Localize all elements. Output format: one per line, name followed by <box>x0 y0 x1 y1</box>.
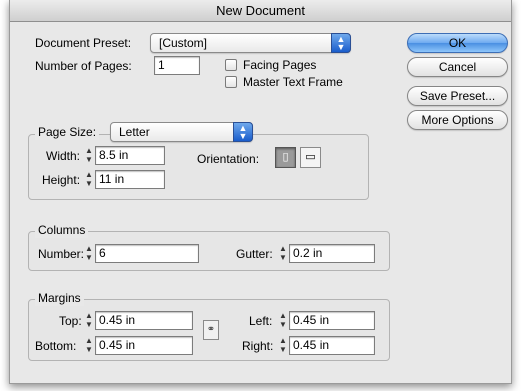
portrait-orientation-icon[interactable]: ▯ <box>275 147 296 168</box>
top-margin-stepper-icon[interactable]: ▲ ▼ <box>84 311 94 330</box>
height-label: Height: <box>42 173 81 187</box>
columns-title: Columns <box>35 222 89 238</box>
gutter-stepper-icon[interactable]: ▲ ▼ <box>278 244 288 263</box>
chain-link-icon[interactable]: ⚭ <box>203 320 219 340</box>
margins-title: Margins <box>35 290 84 306</box>
gutter-label: Gutter: <box>236 247 273 261</box>
width-stepper-icon[interactable]: ▲ ▼ <box>84 146 94 165</box>
columns-number-field[interactable]: 6 <box>95 244 199 263</box>
number-of-pages-field[interactable]: 1 <box>154 56 200 75</box>
master-text-frame-checkbox[interactable] <box>225 76 237 88</box>
orientation-label: Orientation: <box>197 152 260 166</box>
height-field[interactable]: 11 in <box>95 170 165 189</box>
save-preset-button[interactable]: Save Preset... <box>407 86 508 106</box>
right-margin-field[interactable]: 0.45 in <box>289 336 375 355</box>
page-size-value: Letter <box>119 125 150 139</box>
left-margin-field[interactable]: 0.45 in <box>289 311 375 330</box>
number-of-pages-label: Number of Pages: <box>35 59 132 73</box>
bottom-margin-stepper-icon[interactable]: ▲ ▼ <box>84 336 94 355</box>
width-label: Width: <box>46 149 81 163</box>
ok-button[interactable]: OK <box>407 33 508 53</box>
page-size-label: Page Size: <box>35 124 100 140</box>
page-size-popup[interactable]: Letter ▲ ▼ <box>110 122 253 142</box>
master-text-frame-label: Master Text Frame <box>243 75 343 89</box>
new-document-dialog: New Document Document Preset: [Custom] ▲… <box>9 0 512 384</box>
width-field[interactable]: 8.5 in <box>95 146 165 165</box>
up-down-arrows-icon: ▲ ▼ <box>233 122 253 142</box>
document-preset-label: Document Preset: <box>35 36 132 50</box>
up-down-arrows-icon: ▲ ▼ <box>331 33 351 53</box>
columns-number-stepper-icon[interactable]: ▲ ▼ <box>84 244 94 263</box>
right-margin-label: Right: <box>242 339 274 353</box>
top-margin-label: Top: <box>59 314 82 328</box>
landscape-orientation-icon[interactable]: ▭ <box>300 147 321 168</box>
gutter-field[interactable]: 0.2 in <box>289 244 375 263</box>
bottom-margin-label: Bottom: <box>35 339 77 353</box>
top-margin-field[interactable]: 0.45 in <box>95 311 193 330</box>
columns-number-label: Number: <box>38 247 85 261</box>
bottom-margin-field[interactable]: 0.45 in <box>95 336 193 355</box>
document-preset-popup[interactable]: [Custom] ▲ ▼ <box>150 33 351 53</box>
facing-pages-label: Facing Pages <box>243 58 317 72</box>
facing-pages-checkbox[interactable] <box>225 59 237 71</box>
left-margin-label: Left: <box>249 314 273 328</box>
window-title: New Document <box>10 0 511 22</box>
height-stepper-icon[interactable]: ▲ ▼ <box>84 170 94 189</box>
cancel-button[interactable]: Cancel <box>407 57 508 77</box>
right-margin-stepper-icon[interactable]: ▲ ▼ <box>278 336 288 355</box>
left-margin-stepper-icon[interactable]: ▲ ▼ <box>278 311 288 330</box>
more-options-button[interactable]: More Options <box>407 110 508 130</box>
document-preset-value: [Custom] <box>159 36 208 50</box>
